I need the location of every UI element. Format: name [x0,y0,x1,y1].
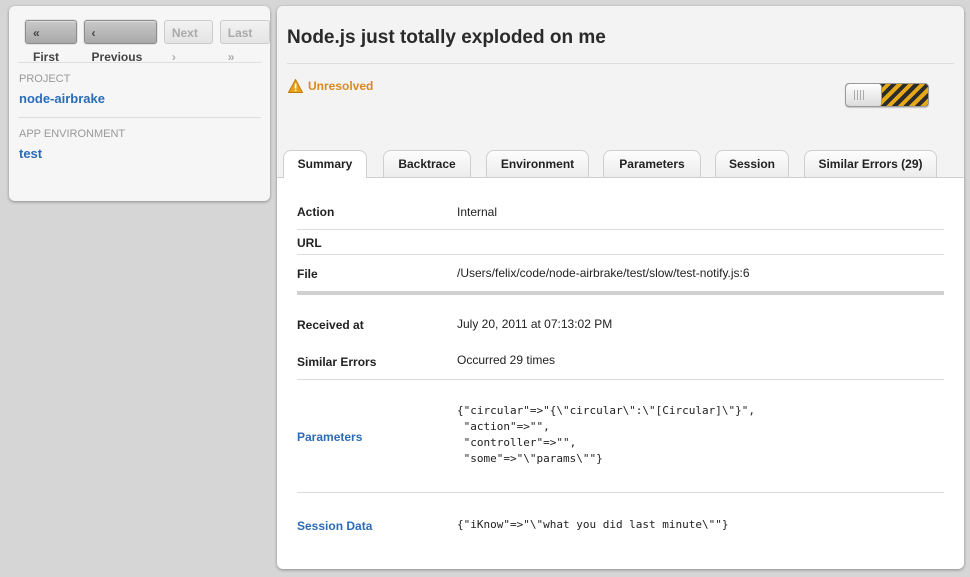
error-header: Node.js just totally exploded on me Unre… [277,6,964,132]
similar-errors-value: Occurred 29 times [457,353,556,367]
url-label: URL [297,236,322,250]
last-button: Last » [219,20,270,64]
toggle-knob[interactable] [846,84,882,106]
resolve-toggle[interactable] [845,83,929,107]
divider [297,492,944,493]
status-badge: Unresolved [288,79,373,93]
previous-button[interactable]: ‹ Previous [83,20,157,64]
grip-icon [854,90,866,100]
sidebar-panel: « First ‹ Previous Next › Last » PROJECT… [9,6,270,201]
environment-label: APP ENVIRONMENT [19,128,126,140]
project-label: PROJECT [19,73,71,85]
next-button: Next › [163,20,213,64]
divider [18,117,261,118]
received-label: Received at [297,318,364,332]
divider [297,229,944,230]
tab-session[interactable]: Session [715,150,789,177]
section-divider [297,291,944,295]
tab-bar: Summary Backtrace Environment Parameters… [277,131,964,178]
action-label: Action [297,205,335,219]
session-data-link[interactable]: Session Data [297,519,372,533]
tab-parameters[interactable]: Parameters [603,150,701,177]
pager: « First ‹ Previous Next › Last » [25,20,270,64]
action-value: Internal [457,205,498,219]
divider [297,379,944,380]
error-detail-panel: Node.js just totally exploded on me Unre… [277,6,964,569]
tab-summary[interactable]: Summary [283,150,367,178]
divider [297,254,944,255]
parameters-link[interactable]: Parameters [297,430,362,444]
tab-similar-errors[interactable]: Similar Errors (29) [804,150,937,177]
parameters-value: {"circular"=>"{\"circular\":\"[Circular]… [457,404,756,465]
divider [18,62,261,63]
tab-environment[interactable]: Environment [486,150,589,177]
session-data-value: {"iKnow"=>"\"what you did last minute\""… [457,518,729,531]
tab-backtrace[interactable]: Backtrace [383,150,471,177]
environment-link[interactable]: test [19,146,42,161]
page-title: Node.js just totally exploded on me [287,27,606,48]
file-label: File [297,267,318,281]
divider [287,63,954,64]
status-text: Unresolved [308,79,374,93]
similar-errors-label: Similar Errors [297,355,377,369]
project-link[interactable]: node-airbrake [19,91,105,106]
first-button[interactable]: « First [25,20,77,64]
file-value: /Users/felix/code/node-airbrake/test/slo… [457,266,750,280]
received-value: July 20, 2011 at 07:13:02 PM [457,317,613,331]
warning-icon [288,79,303,93]
